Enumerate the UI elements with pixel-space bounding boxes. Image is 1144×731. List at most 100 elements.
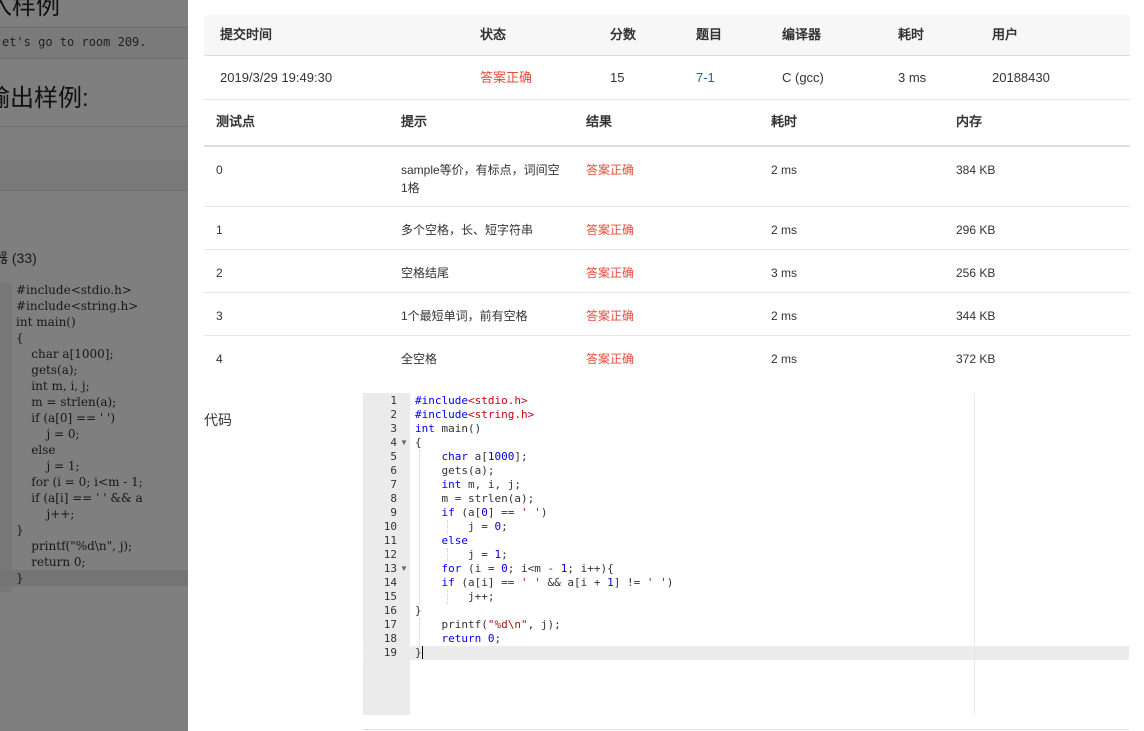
header-time: 耗时 — [771, 114, 798, 129]
testcase-memory: 372 KB — [956, 352, 996, 366]
testcase-memory: 296 KB — [956, 223, 996, 237]
testcase-result: 答案正确 — [586, 352, 635, 366]
code-line: int m, i, j; — [441, 478, 521, 491]
testcase-row: 1 多个空格，长、短字符串 答案正确 2 ms 296 KB — [204, 207, 1130, 250]
line-number: 12 — [383, 548, 397, 561]
code-line: } — [415, 646, 423, 659]
code-line: j++; — [415, 590, 495, 603]
testcase-result: 答案正确 — [586, 223, 635, 237]
submission-row: 2019/3/29 19:49:30 答案正确 15 7-1 C (gcc) 3… — [204, 56, 1130, 100]
header-elapsed: 耗时 — [898, 27, 925, 42]
testcase-time: 2 ms — [771, 163, 798, 177]
code-line: j = 1; — [415, 548, 508, 561]
problem-link[interactable]: 7-1 — [696, 56, 715, 99]
line-number: 19 — [383, 646, 397, 659]
line-number: 15 — [383, 590, 397, 603]
header-status: 状态 — [480, 27, 507, 42]
line-number: 7 — [390, 478, 397, 491]
line-number: 1 — [390, 394, 397, 407]
code-line: char a[1000]; — [441, 450, 528, 463]
line-number: 10 — [383, 520, 397, 533]
testcase-id: 3 — [216, 309, 223, 323]
code-line: { — [415, 436, 422, 449]
testcase-id: 1 — [216, 223, 223, 237]
fold-arrow-icon[interactable]: ▼ — [400, 438, 408, 447]
line-number: 3 — [390, 422, 397, 435]
user-value: 20188430 — [992, 70, 1050, 85]
testcase-row: 3 1个最短单词，前有空格 答案正确 2 ms 344 KB — [204, 293, 1130, 336]
submission-detail-panel: 提交时间 状态 分数 题目 编译器 耗时 用户 2019/3/29 19:49:… — [188, 0, 1144, 731]
testcase-hint: 空格结尾 — [401, 266, 450, 280]
testcase-time: 3 ms — [771, 266, 798, 280]
line-number: 11 — [383, 534, 397, 547]
code-line: for (i = 0; i<m - 1; i++){ — [441, 562, 614, 575]
code-line: if (a[i] == ' ' && a[i + 1] != ' ') — [441, 576, 674, 589]
testcase-hint: 全空格 — [401, 352, 438, 366]
line-number: 18 — [383, 632, 397, 645]
line-number: 14 — [383, 576, 397, 589]
testcase-row: 2 空格结尾 答案正确 3 ms 256 KB — [204, 250, 1130, 293]
testcase-row: 0 sample等价，有标点，词间空1格 答案正确 2 ms 384 KB — [204, 147, 1130, 207]
testcase-result: 答案正确 — [586, 309, 635, 323]
testcase-result: 答案正确 — [586, 266, 635, 280]
code-section-label: 代码 — [204, 412, 232, 428]
header-score: 分数 — [610, 27, 637, 42]
code-line: gets(a); — [415, 464, 495, 477]
header-hint: 提示 — [401, 114, 428, 129]
status-badge: 答案正确 — [480, 70, 533, 85]
code-line: j = 0; — [415, 520, 508, 533]
line-number: 4 — [390, 436, 397, 449]
code-line: m = strlen(a); — [415, 492, 535, 505]
code-line: int main() — [415, 422, 482, 435]
code-line: return 0; — [441, 632, 502, 645]
line-number: 13 — [383, 562, 397, 575]
header-submit-time: 提交时间 — [220, 27, 273, 42]
header-memory: 内存 — [956, 114, 983, 129]
testcase-memory: 344 KB — [956, 309, 996, 323]
testcase-time: 2 ms — [771, 352, 798, 366]
line-number: 2 — [390, 408, 397, 421]
testcase-id: 4 — [216, 352, 223, 366]
score-value: 15 — [610, 70, 625, 85]
elapsed-value: 3 ms — [898, 70, 927, 85]
code-line: printf("%d\n", j); — [415, 618, 561, 631]
testcase-table-header: 测试点 提示 结果 耗时 内存 — [204, 99, 1130, 147]
code-editor[interactable]: 1 2 3 4 5 6 7 8 9 10 11 12 13 14 15 16 1… — [363, 393, 1129, 715]
header-compiler: 编译器 — [782, 27, 822, 42]
testcase-memory: 256 KB — [956, 266, 996, 280]
code-line: else — [441, 534, 469, 547]
editor-bottom-rule — [363, 729, 1129, 730]
testcase-hint: 1个最短单词，前有空格 — [401, 309, 528, 323]
testcase-row: 4 全空格 答案正确 2 ms 372 KB — [204, 336, 1130, 378]
testcase-hint: 多个空格，长、短字符串 — [401, 223, 534, 237]
submission-table-header: 提交时间 状态 分数 题目 编译器 耗时 用户 — [204, 15, 1130, 56]
header-testcase: 测试点 — [216, 114, 256, 129]
text-cursor — [421, 646, 423, 659]
testcase-id: 0 — [216, 163, 223, 177]
background-problem-panel: 入样例 et's go to room 209. 输出样例: 器 (33) #i… — [0, 0, 188, 731]
testcase-memory: 384 KB — [956, 163, 996, 177]
line-number: 9 — [390, 506, 397, 519]
line-number: 17 — [383, 618, 397, 631]
line-number: 5 — [390, 450, 397, 463]
testcase-hint: sample等价，有标点，词间空1格 — [401, 163, 560, 195]
print-margin — [974, 393, 975, 715]
code-line: #include<string.h> — [415, 408, 535, 421]
modal-backdrop[interactable] — [0, 0, 188, 731]
submit-time: 2019/3/29 19:49:30 — [220, 70, 333, 85]
header-result: 结果 — [586, 114, 613, 129]
header-user: 用户 — [992, 27, 1019, 42]
line-number: 6 — [390, 464, 397, 477]
header-problem: 题目 — [696, 27, 723, 42]
active-line-highlight — [363, 646, 1129, 660]
submission-table: 提交时间 状态 分数 题目 编译器 耗时 用户 2019/3/29 19:49:… — [204, 15, 1130, 100]
fold-arrow-icon[interactable]: ▼ — [400, 564, 408, 573]
code-line: #include<stdio.h> — [415, 394, 528, 407]
code-line: } — [415, 604, 422, 617]
code-line: if (a[0] == ' ') — [441, 506, 548, 519]
testcase-id: 2 — [216, 266, 223, 280]
testcase-result: 答案正确 — [586, 163, 635, 177]
line-number: 16 — [383, 604, 397, 617]
line-number: 8 — [390, 492, 397, 505]
testcase-time: 2 ms — [771, 309, 798, 323]
